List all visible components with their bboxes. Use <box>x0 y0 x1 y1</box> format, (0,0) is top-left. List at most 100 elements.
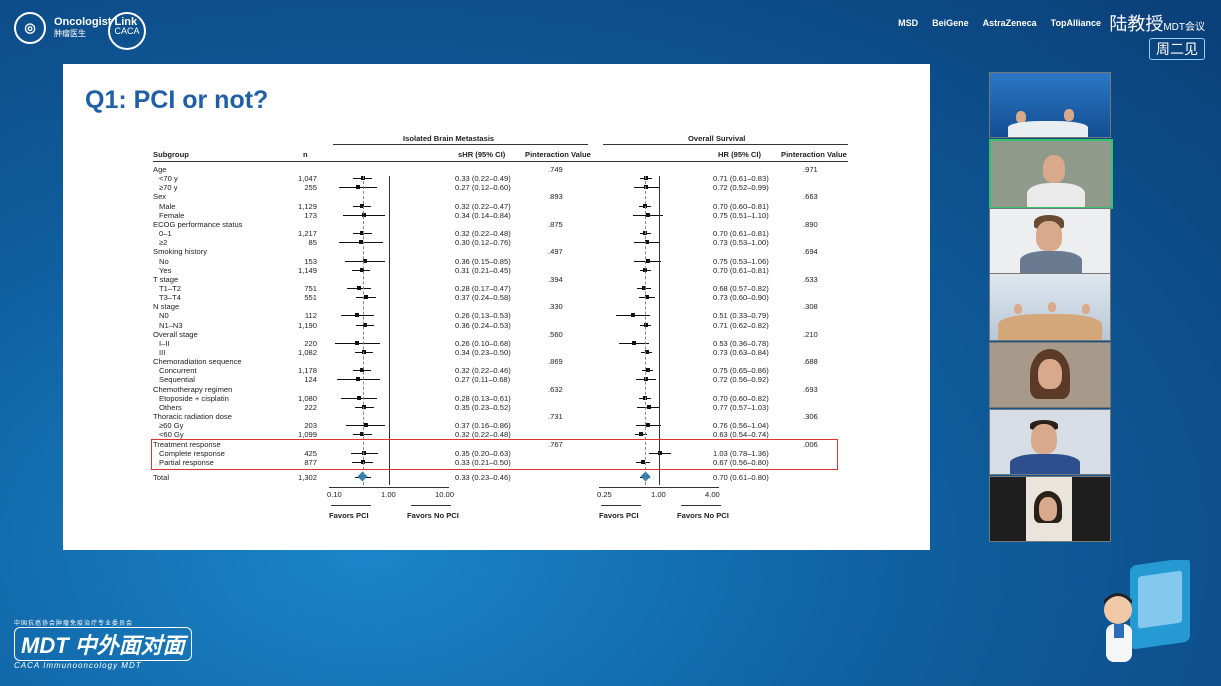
p-interaction-left: .869 <box>548 357 563 367</box>
right-point-estimate <box>639 432 643 437</box>
mdt-logo-text: MDT 中外面对面 <box>14 627 192 661</box>
left-tick-label: 1.00 <box>381 489 396 499</box>
hr-value: 0.70 (0.61–0.81) <box>713 229 769 239</box>
caca-emblem: CACA <box>108 12 146 50</box>
subgroup-header-row: Chemoradiation sequence .869 .688 <box>153 357 853 366</box>
hr-value: 0.75 (0.65–0.86) <box>713 366 769 376</box>
video-panel-3[interactable] <box>989 208 1111 274</box>
col-hr: HR (95% CI) <box>718 150 762 159</box>
p-interaction-left: .497 <box>548 247 563 257</box>
participant-body <box>1027 183 1085 207</box>
right-favor-arrow <box>601 504 641 506</box>
subgroup-row: Male 1,129 0.32 (0.22–0.47) 0.70 (0.60–0.81… <box>153 202 853 211</box>
sample-size: 1,129 <box>297 201 317 211</box>
section-right-title: Overall Survival <box>688 134 746 143</box>
sample-size: 1,217 <box>297 229 317 239</box>
series-day: 周二见 <box>1149 38 1205 60</box>
highlight-box <box>151 438 838 470</box>
shr-value: 0.33 (0.23–0.46) <box>455 472 511 482</box>
hr-value: 0.72 (0.52–0.99) <box>713 183 769 193</box>
hr-value: 0.73 (0.63–0.84) <box>713 348 769 357</box>
subgroup-label: Etoposide + cisplatin <box>159 393 229 403</box>
left-tick-label: 0.10 <box>327 489 342 499</box>
slide-title: Q1: PCI or not? <box>85 86 269 114</box>
sample-size: 1,302 <box>297 472 317 482</box>
shr-value: 0.34 (0.23–0.50) <box>455 348 511 357</box>
shr-value: 0.28 (0.17–0.47) <box>455 283 511 293</box>
subgroup-row: Sequential 124 0.27 (0.11–0.68) 0.72 (0.56–… <box>153 375 853 384</box>
participant-face <box>1036 221 1062 251</box>
subgroup-header-row: Age .749 .971 <box>153 165 853 174</box>
hr-value: 0.70 (0.61–0.80) <box>713 472 769 482</box>
col-p-right: Pinteraction Value <box>781 150 847 159</box>
sample-size: 85 <box>308 238 317 248</box>
subgroup-row: Yes 1,149 0.31 (0.21–0.45) 0.70 (0.61–0.81) <box>153 266 853 275</box>
subgroup-label: Chemotherapy regimen <box>153 384 233 394</box>
right-point-estimate <box>645 212 650 217</box>
p-interaction-right: .663 <box>803 192 818 202</box>
subgroup-label: N stage <box>153 302 180 312</box>
sample-size: 1,149 <box>297 265 317 275</box>
subgroup-header-row: ECOG performance status .875 .890 <box>153 220 853 229</box>
participant-face <box>1082 304 1090 314</box>
subgroup-label: ≥60 Gy <box>159 421 184 431</box>
conference-table <box>998 314 1102 340</box>
subgroup-label: T1–T2 <box>159 283 181 293</box>
p-interaction-right: .633 <box>803 274 818 284</box>
right-tick-label: 1.00 <box>651 489 666 499</box>
left-favors-no-pci: Favors No PCI <box>407 510 459 520</box>
participant-face <box>1038 359 1062 389</box>
series-badge: 陆教授MDT会议 周二见 <box>1109 10 1205 60</box>
sample-size: 153 <box>304 256 317 266</box>
subgroup-label: ≥2 <box>159 238 168 248</box>
video-panel-4[interactable] <box>989 273 1111 341</box>
left-point-estimate <box>355 313 360 318</box>
brand-ring-icon: ◎ <box>14 12 46 44</box>
col-subgroup: Subgroup <box>153 150 189 159</box>
participant-face <box>1064 109 1074 121</box>
video-panel-7[interactable] <box>989 476 1111 542</box>
subgroup-label: Sequential <box>159 375 195 385</box>
subgroup-row: Concurrent 1,178 0.32 (0.22–0.46) 0.75 (0.6… <box>153 366 853 375</box>
p-interaction-left: .330 <box>548 302 563 312</box>
sample-size: 1,082 <box>297 348 317 357</box>
shr-value: 0.33 (0.22–0.49) <box>455 174 511 184</box>
sample-size: 1,178 <box>297 366 317 376</box>
section-left-rule <box>333 144 588 145</box>
left-point-estimate <box>357 285 362 290</box>
sample-size: 551 <box>304 293 317 303</box>
subgroup-label: Age <box>153 165 167 174</box>
sample-size: 203 <box>304 421 317 431</box>
participant-body <box>1010 454 1080 474</box>
total-row: Total 1,302 0.33 (0.23–0.46) 0.70 (0.61–0.8… <box>153 473 853 482</box>
video-panel-1[interactable] <box>989 72 1111 138</box>
subgroup-label: ECOG performance status <box>153 219 243 229</box>
sponsor-beigene: BeiGene <box>932 18 969 28</box>
right-x-axis <box>599 486 719 488</box>
left-point-estimate <box>363 295 368 300</box>
shared-slide: Q1: PCI or not? Isolated Brain Metastasi… <box>63 64 930 550</box>
subgroup-label: III <box>159 348 166 357</box>
section-right-rule <box>603 144 848 145</box>
video-panel-2[interactable] <box>989 139 1113 209</box>
left-tick-label: 10.00 <box>435 489 455 499</box>
shr-value: 0.27 (0.12–0.60) <box>455 183 511 193</box>
video-panel-5[interactable] <box>989 342 1111 408</box>
sample-size: 112 <box>304 311 317 321</box>
video-panel-6[interactable] <box>989 409 1111 475</box>
shr-value: 0.37 (0.16–0.86) <box>455 421 511 431</box>
hr-value: 0.77 (0.57–1.03) <box>713 402 769 412</box>
left-point-estimate <box>355 340 360 345</box>
right-point-estimate <box>645 258 650 263</box>
hr-value: 0.73 (0.60–0.90) <box>713 293 769 303</box>
subgroup-label: T stage <box>153 274 179 284</box>
subgroup-label: <70 y <box>159 174 178 184</box>
shr-value: 0.32 (0.22–0.48) <box>455 229 511 239</box>
shr-value: 0.36 (0.15–0.85) <box>455 256 511 266</box>
sample-size: 1,047 <box>297 174 317 184</box>
p-interaction-right: .306 <box>803 412 818 422</box>
p-interaction-right: .210 <box>803 329 818 339</box>
subgroup-header-row: Sex .893 .663 <box>153 192 853 201</box>
p-interaction-left: .731 <box>548 412 563 422</box>
subgroup-header-row: Thoracic radiation dose .731 .306 <box>153 412 853 421</box>
